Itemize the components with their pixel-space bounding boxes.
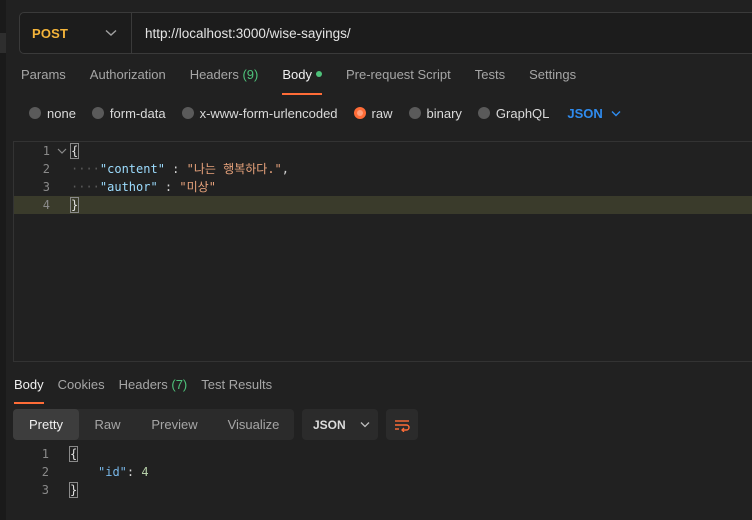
radio-none-label: none: [47, 105, 76, 121]
code-text: {: [69, 142, 80, 160]
tab-tests[interactable]: Tests: [475, 67, 505, 87]
line-number: 2: [41, 465, 49, 479]
code-text: ····"author" : "미상": [71, 178, 216, 196]
open-brace: {: [69, 143, 80, 159]
code-text: ····"content" : "나는 행복하다.",: [71, 160, 289, 178]
tab-prerequest-script[interactable]: Pre-request Script: [346, 67, 451, 87]
raw-button[interactable]: Raw: [79, 409, 136, 440]
code-text: "id": 4: [98, 463, 149, 481]
line-number: 1: [42, 144, 50, 158]
response-language-dropdown[interactable]: JSON: [302, 409, 378, 440]
tab-body[interactable]: Body: [282, 67, 322, 95]
wrap-lines-icon: [395, 419, 410, 432]
line-number: 4: [42, 198, 50, 212]
radio-form-data[interactable]: form-data: [91, 105, 166, 121]
json-colon: :: [126, 465, 142, 479]
code-line-active: 4 }: [14, 196, 752, 214]
wrap-lines-button[interactable]: [386, 409, 418, 440]
chevron-down-icon: [611, 110, 621, 116]
json-key: "author": [99, 180, 158, 194]
body-type-selector: none form-data x-www-form-urlencoded raw…: [29, 103, 621, 123]
radio-binary-label: binary: [426, 105, 462, 121]
indent-whitespace: ····: [71, 162, 100, 176]
tab-cookies[interactable]: Cookies: [58, 377, 105, 397]
headers-count-badge: (9): [242, 67, 259, 82]
tab-settings[interactable]: Settings: [529, 67, 576, 87]
radio-none[interactable]: none: [29, 106, 76, 121]
line-number: 3: [42, 180, 50, 194]
pretty-button[interactable]: Pretty: [13, 409, 79, 440]
chevron-down-icon: [360, 422, 370, 428]
radio-dot: [29, 107, 41, 119]
tab-response-body[interactable]: Body: [14, 377, 44, 404]
json-colon: :: [157, 180, 180, 194]
request-tabs: Params Authorization Headers (9) Body Pr…: [21, 67, 600, 95]
code-line: 1 {: [14, 142, 752, 160]
request-url-bar: POST http://localhost:3000/wise-sayings/: [19, 12, 752, 54]
method-selector[interactable]: POST: [20, 13, 132, 53]
close-brace: }: [68, 482, 79, 498]
request-body-editor[interactable]: 1 { 2 ····"content" : "나는 행복하다.", 3 ····…: [13, 141, 752, 362]
tab-authorization[interactable]: Authorization: [90, 67, 166, 87]
response-language-label: JSON: [313, 417, 346, 432]
fold-chevron-icon[interactable]: [56, 142, 68, 160]
code-line: 3 }: [13, 481, 752, 499]
tab-response-headers[interactable]: Headers (7): [119, 377, 188, 397]
tab-response-headers-label: Headers: [118, 377, 168, 392]
radio-binary[interactable]: binary: [408, 105, 462, 121]
json-colon: :: [164, 162, 187, 176]
radio-urlencoded-label: x-www-form-urlencoded: [199, 105, 338, 121]
code-line: 2 "id": 4: [13, 463, 752, 481]
line-number: 2: [42, 162, 50, 176]
tab-headers-label: Headers: [189, 67, 239, 82]
tab-headers[interactable]: Headers (9): [190, 67, 259, 87]
chevron-down-icon: [105, 29, 117, 36]
tab-params[interactable]: Params: [21, 67, 66, 87]
json-key: "id": [98, 465, 127, 479]
radio-raw[interactable]: raw: [353, 105, 393, 121]
response-tabs: Body Cookies Headers (7) Test Results: [14, 377, 286, 404]
radio-raw-label: raw: [371, 105, 393, 121]
code-text: {: [68, 445, 79, 463]
visualize-button[interactable]: Visualize: [213, 409, 294, 440]
json-number: 4: [141, 465, 149, 479]
code-line: 3 ····"author" : "미상": [14, 178, 752, 196]
code-line: 1 {: [13, 445, 752, 463]
response-view-modes: Pretty Raw Preview Visualize: [13, 409, 294, 440]
indent-whitespace: ····: [71, 180, 100, 194]
body-language-label: JSON: [567, 105, 603, 121]
json-string: "미상": [179, 180, 216, 194]
radio-graphql-label: GraphQL: [495, 105, 550, 121]
tab-body-label: Body: [282, 67, 312, 82]
url-input[interactable]: http://localhost:3000/wise-sayings/: [132, 26, 351, 41]
json-key: "content": [99, 162, 165, 176]
radio-dot: [91, 107, 104, 119]
line-number: 3: [41, 483, 49, 497]
body-language-dropdown[interactable]: JSON: [567, 105, 621, 121]
tab-test-results[interactable]: Test Results: [201, 377, 272, 397]
open-brace: {: [68, 446, 79, 462]
code-text: }: [69, 196, 80, 214]
body-modified-dot: [315, 71, 322, 77]
sidebar-marker: [0, 33, 6, 53]
left-sidebar-edge: [0, 0, 6, 520]
close-brace: }: [69, 197, 80, 213]
radio-form-data-label: form-data: [109, 105, 166, 121]
radio-dot-selected: [353, 107, 366, 119]
radio-dot: [408, 107, 421, 119]
line-number: 1: [41, 447, 49, 461]
preview-button[interactable]: Preview: [136, 409, 213, 440]
radio-graphql[interactable]: GraphQL: [477, 105, 550, 121]
radio-dot: [181, 107, 194, 119]
radio-urlencoded[interactable]: x-www-form-urlencoded: [181, 105, 338, 121]
radio-dot: [477, 107, 490, 119]
response-headers-count: (7): [171, 377, 188, 392]
method-label: POST: [32, 25, 69, 41]
json-string: "나는 행복하다.": [186, 162, 282, 176]
json-comma: ,: [281, 162, 289, 176]
code-text: }: [68, 481, 79, 499]
code-line: 2 ····"content" : "나는 행복하다.",: [14, 160, 752, 178]
response-body-viewer[interactable]: 1 { 2 "id": 4 3 }: [13, 445, 752, 505]
